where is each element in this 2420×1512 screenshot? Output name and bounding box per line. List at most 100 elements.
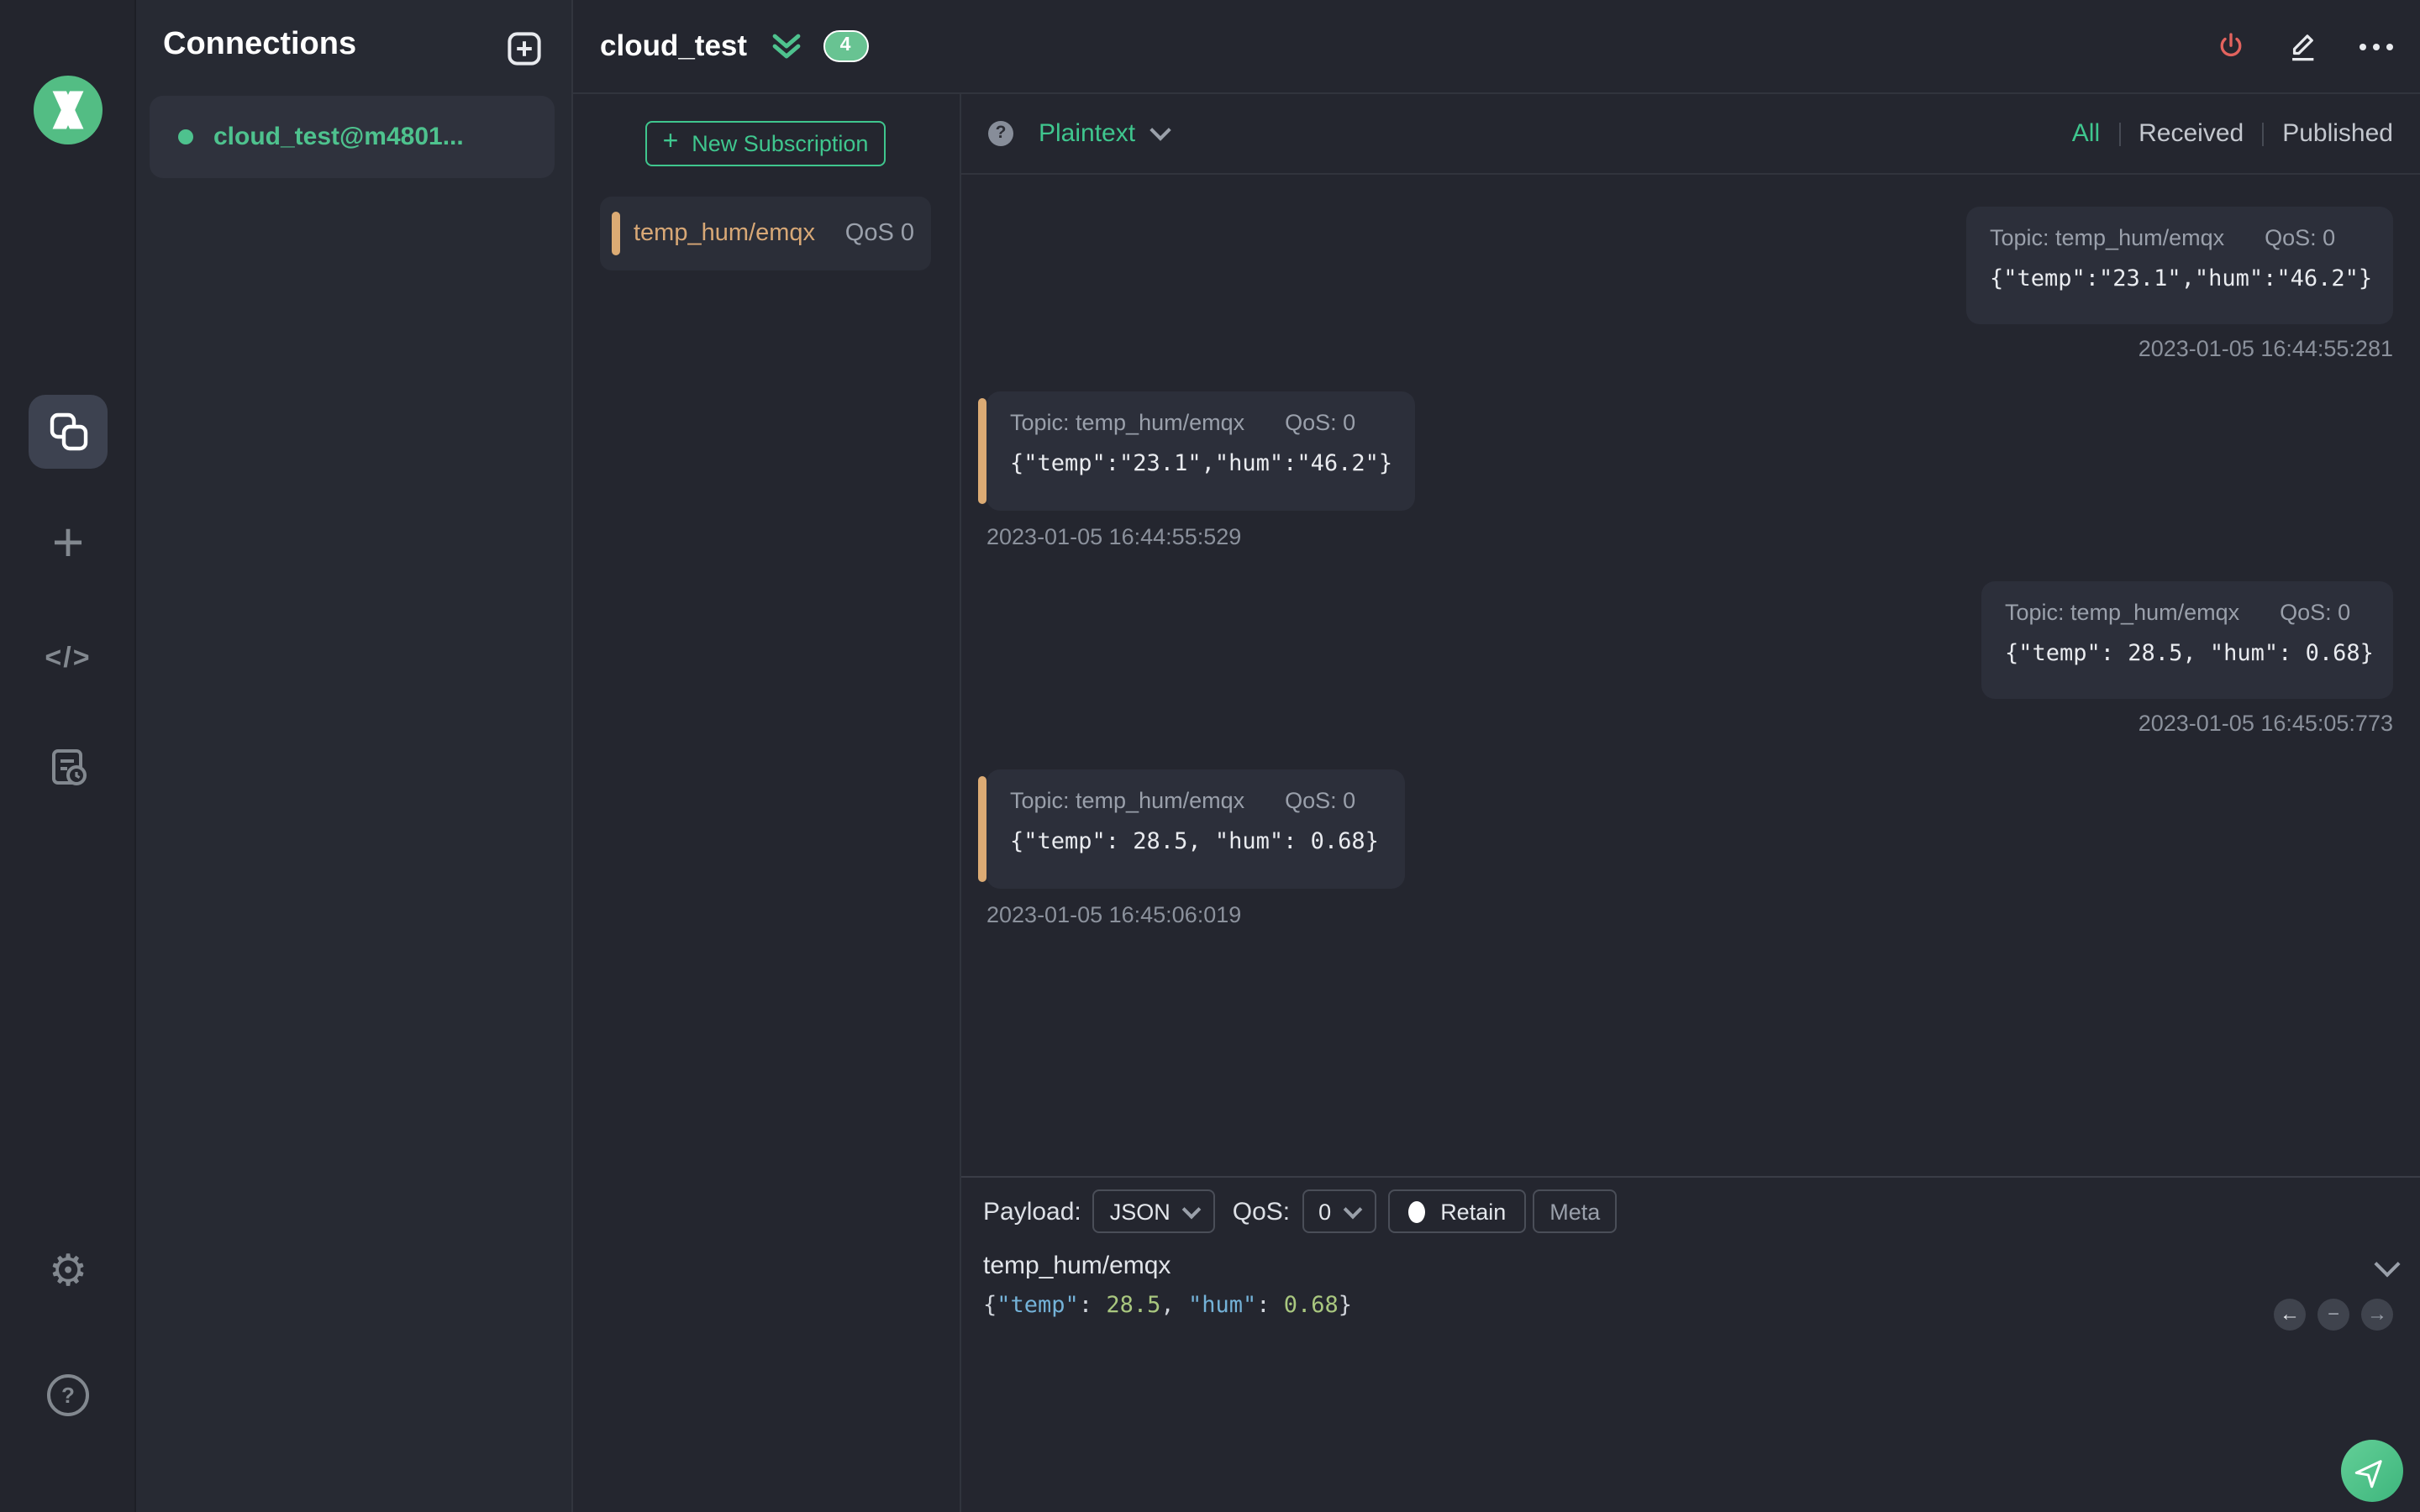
send-paper-plane-icon [2354,1460,2382,1488]
sidebar-item-settings[interactable]: ⚙ [0,1247,136,1294]
retain-label: Retain [1440,1199,1507,1224]
filter-divider [2118,122,2121,145]
more-options-button[interactable] [2360,43,2393,50]
meta-button[interactable]: Meta [1533,1189,1618,1233]
power-icon [2220,33,2242,57]
payload-type-select[interactable]: JSON [1092,1189,1216,1233]
meta-label: Meta [1549,1199,1601,1224]
editor-token: { [983,1292,997,1319]
editor-token: "hum" [1187,1292,1257,1319]
message-area: ? Plaintext All Received Published Topic… [961,94,2420,1512]
connections-icon [49,412,87,451]
chevron-down-icon [1182,1199,1202,1219]
connection-list-item[interactable]: cloud_test@m4801... [150,96,555,178]
history-nav-buttons: ← − → [2274,1299,2393,1331]
plus-icon: + [51,511,85,573]
received-accent-bar [978,776,986,882]
sidebar-item-connections[interactable] [29,395,108,469]
app-sidebar: + </> ⚙ ? [0,0,136,1512]
payload-format-select[interactable]: Plaintext [1039,119,1135,148]
message-topic: Topic: temp_hum/emqx [2005,600,2240,625]
qos-select[interactable]: 0 [1302,1189,1377,1233]
message-payload: {"temp": 28.5, "hum": 0.68} [2005,640,2374,667]
connection-title: cloud_test [600,29,748,62]
disconnect-button[interactable] [2215,30,2247,62]
qos-label: QoS: [1232,1197,1291,1226]
payload-help-icon[interactable]: ? [988,121,1013,146]
message-qos: QoS: 0 [2265,225,2336,250]
message-topic: Topic: temp_hum/emqx [1010,788,1245,813]
help-question-icon: ? [47,1374,89,1416]
chevron-down-icon [1149,119,1171,141]
plus-icon: + [662,128,679,156]
edit-pencil-icon [2292,34,2314,61]
sidebar-item-script[interactable]: </> [0,642,136,675]
retain-toggle[interactable]: Retain [1388,1189,1527,1233]
topic-input[interactable]: temp_hum/emqx [983,1252,1171,1280]
sidebar-item-help[interactable]: ? [0,1374,136,1416]
publish-panel: Payload: JSON QoS: 0 Retain Meta temp_hu… [961,1176,2420,1512]
editor-token: 0.68 [1283,1292,1339,1319]
sidebar-item-new-connection[interactable]: + [0,509,136,576]
collapse-editor-chevron-icon[interactable] [2374,1251,2401,1278]
editor-token: , [1160,1292,1188,1319]
filter-divider [2262,122,2265,145]
subscription-topic: temp_hum/emqx [634,220,815,247]
connection-status-dot [178,129,193,144]
retain-dot-icon [1408,1200,1426,1222]
history-prev-button[interactable]: ← [2274,1299,2306,1331]
editor-token: 28.5 [1106,1292,1161,1319]
message-count-badge: 4 [823,30,869,62]
received-accent-bar [978,398,986,504]
double-chevron-down-icon [771,34,800,59]
message-qos: QoS: 0 [2280,600,2351,625]
collapse-panel-button[interactable] [771,32,801,60]
connections-panel: Connections cloud_test@m4801... [136,0,573,1512]
message-bubble-published: Topic: temp_hum/emqx QoS: 0 {"temp":"23.… [1966,207,2393,324]
message-bubble-received: Topic: temp_hum/emqx QoS: 0 {"temp":"23.… [986,391,1415,511]
ellipsis-icon [2360,43,2393,50]
code-icon: </> [45,642,92,674]
connection-topbar: cloud_test 4 [573,0,2420,94]
send-button[interactable] [2341,1440,2403,1502]
plus-square-icon [508,32,541,66]
log-icon [51,749,86,785]
message-bubble-received: Topic: temp_hum/emqx QoS: 0 {"temp": 28.… [986,769,1405,889]
payload-label: Payload: [983,1197,1081,1226]
editor-token: } [1338,1292,1353,1319]
qos-value: 0 [1318,1199,1332,1224]
add-connection-button[interactable] [508,32,541,66]
message-payload: {"temp": 28.5, "hum": 0.68} [1010,828,1379,855]
settings-gear-icon: ⚙ [48,1245,88,1295]
message-filters: All Received Published [2072,119,2393,148]
payload-editor[interactable]: {"temp": 28.5, "hum": 0.68} [983,1292,1352,1319]
history-next-button[interactable]: → [2361,1299,2393,1331]
filter-received[interactable]: Received [2139,119,2244,148]
editor-token: : [1256,1292,1284,1319]
editor-token: : [1078,1292,1107,1319]
new-subscription-button[interactable]: + New Subscription [645,121,886,166]
edit-connection-button[interactable] [2287,30,2319,62]
message-timestamp: 2023-01-05 16:44:55:281 [2138,336,2393,361]
message-timestamp: 2023-01-05 16:45:06:019 [986,902,1242,927]
subscription-item[interactable]: temp_hum/emqx QoS 0 [600,197,931,270]
publish-options-row: Payload: JSON QoS: 0 Retain Meta [983,1189,1618,1233]
message-bubble-published: Topic: temp_hum/emqx QoS: 0 {"temp": 28.… [1981,581,2393,699]
chevron-down-icon [1343,1199,1363,1219]
subscription-qos: QoS 0 [844,220,914,247]
connection-name: cloud_test@m4801... [213,123,464,151]
sidebar-item-log[interactable] [0,746,136,798]
mqttx-logo-mark [52,91,84,129]
message-qos: QoS: 0 [1285,410,1356,435]
editor-token: "temp" [997,1292,1079,1319]
mqttx-logo [34,76,103,144]
message-timestamp: 2023-01-05 16:44:55:529 [986,524,1242,549]
connections-panel-title: Connections [163,27,357,62]
history-remove-button[interactable]: − [2317,1299,2349,1331]
subscriptions-panel: + New Subscription temp_hum/emqx QoS 0 [573,94,961,1512]
message-payload: {"temp":"23.1","hum":"46.2"} [1990,265,2373,292]
filter-published[interactable]: Published [2282,119,2393,148]
message-toolbar: ? Plaintext All Received Published [961,94,2420,175]
filter-all[interactable]: All [2072,119,2100,148]
message-qos: QoS: 0 [1285,788,1356,813]
